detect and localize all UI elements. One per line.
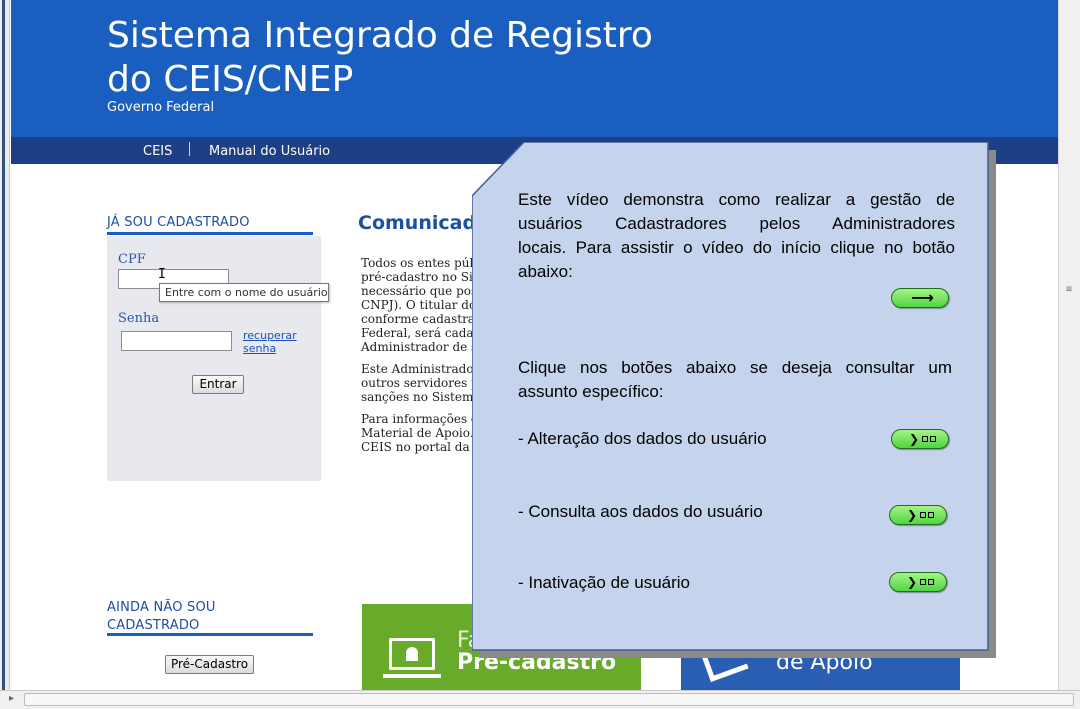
- square-icon: [928, 579, 934, 585]
- topic-button-view-user[interactable]: ❯: [889, 505, 947, 525]
- play-from-start-button[interactable]: ⟶: [891, 288, 949, 308]
- login-button[interactable]: Entrar: [192, 375, 244, 394]
- chevron-right-icon: ❯: [907, 575, 918, 589]
- callout-topics-line: Clique nos botões abaixo se deseja consu…: [518, 358, 952, 377]
- chevron-right-icon: ❯: [907, 508, 918, 522]
- chevron-right-icon: ❯: [909, 432, 920, 446]
- callout-topics-intro: Clique nos botões abaixo se deseja consu…: [518, 356, 952, 404]
- comm-text-line: CEIS no portal da C: [361, 440, 483, 454]
- login-section-underline: [107, 232, 313, 235]
- callout-intro-line: locais. Para assistir o vídeo do início …: [518, 238, 955, 257]
- signup-section-title: AINDA NÃO SOU CADASTRADO: [107, 599, 216, 635]
- password-label: Senha: [118, 311, 160, 326]
- square-icon: [922, 436, 928, 442]
- monitor-user-icon: [389, 638, 435, 670]
- topic-button-edit-user[interactable]: ❯: [891, 429, 949, 449]
- site-title-line2: do CEIS/CNEP: [107, 59, 354, 100]
- recover-link-line2[interactable]: senha: [243, 342, 297, 355]
- callout-topics-line: assunto específico:: [518, 382, 664, 401]
- site-header: Sistema Integrado de Registro do CEIS/CN…: [11, 0, 1058, 137]
- window-left-edge: [0, 0, 10, 690]
- topic-label-view-user: - Consulta aos dados do usuário: [518, 502, 763, 521]
- callout-intro: Este vídeo demonstra como realizar a ges…: [518, 188, 955, 284]
- nav-separator: [189, 142, 190, 156]
- comm-text-line: Material de Apoio.: [361, 426, 474, 440]
- comm-text-line: outros servidores p: [361, 376, 479, 390]
- horizontal-scrollbar[interactable]: ▸: [0, 690, 1080, 709]
- square-icon: [920, 512, 926, 518]
- nav-item-manual[interactable]: Manual do Usuário: [209, 144, 330, 159]
- monitor-base-icon: [383, 674, 441, 678]
- topic-label-deactivate-user: - Inativação de usuário: [518, 573, 690, 592]
- text-cursor-icon: I: [158, 267, 166, 282]
- comm-text-line: conforme cadastrad: [361, 312, 483, 326]
- comm-text-line: Federal, será cadast: [361, 326, 485, 340]
- callout-intro-line: Este vídeo demonstra como realizar a ges…: [518, 190, 955, 209]
- comm-text-line: Todos os entes púb: [361, 256, 478, 270]
- cpf-label: CPF: [118, 252, 146, 267]
- video-callout: Este vídeo demonstra como realizar a ges…: [472, 142, 996, 658]
- comm-text-line: sanções no Sistema: [361, 390, 481, 404]
- signup-title-line1: AINDA NÃO SOU: [107, 600, 216, 615]
- topic-label-edit-user: - Alteração dos dados do usuário: [518, 429, 767, 448]
- scroll-left-icon[interactable]: ▸: [9, 693, 14, 704]
- password-input[interactable]: [121, 331, 232, 351]
- recover-password-link[interactable]: recuperar senha: [243, 329, 297, 355]
- cpf-tooltip: Entre com o nome do usuário: [159, 283, 329, 302]
- callout-intro-line: abaixo:: [518, 262, 573, 281]
- comm-text-line: CNPJ). O titular do: [361, 298, 477, 312]
- comm-text-line: Administrador de s: [361, 340, 478, 354]
- window-edge-stripe: [2, 0, 5, 690]
- comm-text-line: Este Administrador: [361, 362, 480, 376]
- arrow-right-icon: ⟶: [911, 288, 934, 307]
- site-subtitle: Governo Federal: [107, 100, 215, 115]
- comm-text-line: necessário que poss: [361, 284, 484, 298]
- pre-register-button[interactable]: Pré-Cadastro: [165, 655, 254, 674]
- square-icon: [930, 436, 936, 442]
- comm-text-line: pré-cadastro no Sis: [361, 270, 480, 284]
- communications-title: Comunicad: [358, 212, 477, 234]
- nav-item-ceis[interactable]: CEIS: [143, 144, 172, 159]
- recover-link-line1[interactable]: recuperar: [243, 329, 297, 342]
- square-icon: [920, 579, 926, 585]
- vertical-scrollbar[interactable]: ≡: [1058, 0, 1080, 690]
- site-title-line1: Sistema Integrado de Registro: [107, 15, 653, 56]
- horizontal-scroll-thumb[interactable]: [24, 693, 1074, 706]
- comm-text-line: Para informações d: [361, 412, 479, 426]
- square-icon: [928, 512, 934, 518]
- signup-section-underline: [107, 633, 313, 636]
- callout-intro-line: usuários Cadastradores pelos Administrad…: [518, 214, 955, 233]
- login-section-title: JÁ SOU CADASTRADO: [107, 215, 250, 230]
- topic-button-deactivate-user[interactable]: ❯: [889, 572, 947, 592]
- scroll-grip-icon: ≡: [1066, 284, 1073, 295]
- site-title: Sistema Integrado de Registro do CEIS/CN…: [107, 14, 707, 102]
